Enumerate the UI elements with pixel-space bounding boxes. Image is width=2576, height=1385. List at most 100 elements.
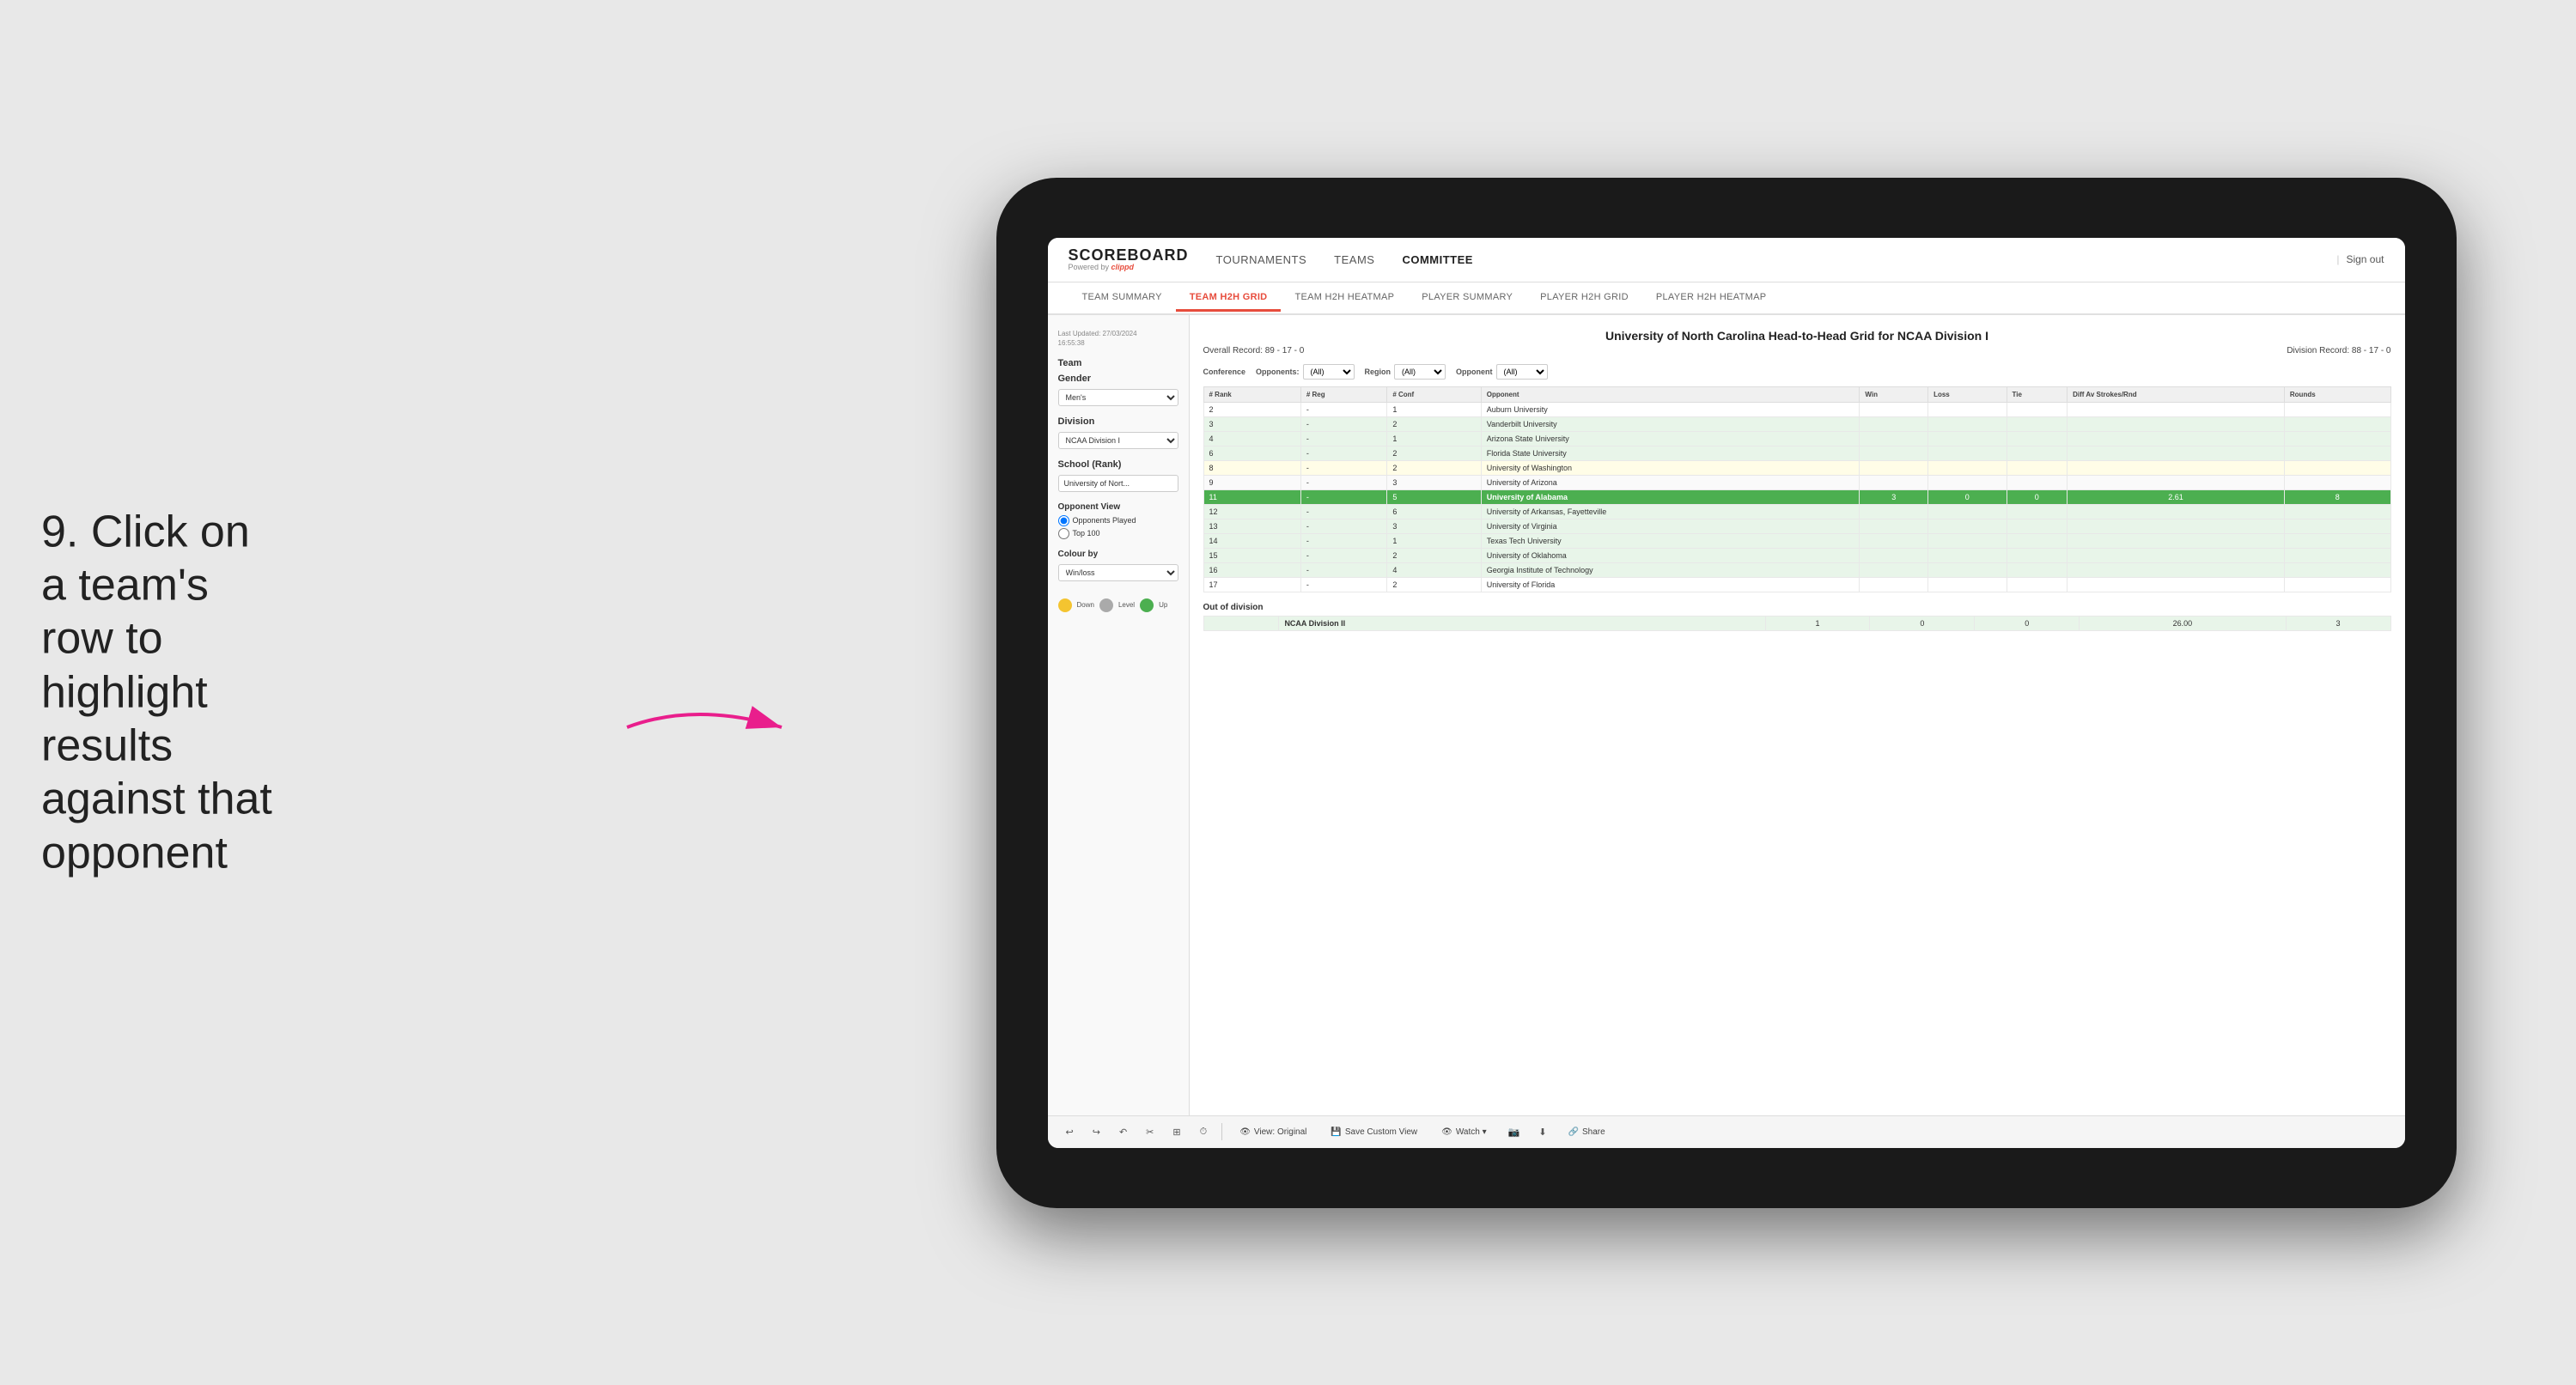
filter-opponent: Opponent (All): [1456, 364, 1548, 380]
cell-opponent: University of Oklahoma: [1481, 548, 1860, 562]
toolbar-download[interactable]: ⬇: [1534, 1124, 1550, 1140]
toolbar-back[interactable]: ↶: [1115, 1124, 1131, 1140]
toolbar-clock[interactable]: ⏱: [1196, 1124, 1212, 1140]
grid-title: University of North Carolina Head-to-Hea…: [1203, 329, 2391, 343]
toolbar-save[interactable]: 💾 Save Custom View: [1324, 1125, 1424, 1139]
toolbar-watch[interactable]: 👁 Watch ▾: [1434, 1125, 1493, 1139]
toolbar-save-label: Save Custom View: [1345, 1127, 1417, 1137]
nav-committee[interactable]: COMMITTEE: [1402, 250, 1473, 270]
colour-legend: Down Level Up: [1058, 598, 1178, 612]
table-row-highlighted[interactable]: 11 - 5 University of Alabama 3 0 0 2.61 …: [1203, 489, 2390, 504]
table-row[interactable]: 13 - 3 University of Virginia: [1203, 519, 2390, 533]
radio-top100[interactable]: Top 100: [1058, 528, 1178, 539]
out-of-division-table: NCAA Division II 1 0 0 26.00 3: [1203, 616, 2391, 631]
filter-conference: Conference: [1203, 368, 1246, 376]
sidebar-school-value[interactable]: University of Nort...: [1058, 475, 1178, 492]
toolbar-redo[interactable]: ↪: [1088, 1124, 1105, 1140]
share-icon: 🔗: [1568, 1127, 1579, 1137]
radio-top100-input[interactable]: [1058, 528, 1069, 539]
sidebar-colour-label: Colour by: [1058, 550, 1178, 559]
toolbar-view-icon: 👁: [1239, 1127, 1251, 1137]
instruction-body: Click on a team's row to highlight resul…: [41, 507, 272, 878]
sidebar-colour-select[interactable]: Win/loss: [1058, 564, 1178, 581]
col-reg: # Reg: [1300, 386, 1387, 402]
out-of-division-header: Out of division: [1203, 603, 2391, 612]
sidebar-timestamp: Last Updated: 27/03/2024 16:55:38: [1058, 329, 1178, 348]
cell-rank: 2: [1203, 402, 1300, 416]
radio-opponents-played[interactable]: Opponents Played: [1058, 515, 1178, 526]
cell-opponent: Vanderbilt University: [1481, 416, 1860, 431]
filter-opponents-select[interactable]: (All): [1303, 364, 1355, 380]
sidebar-division-select[interactable]: NCAA Division I: [1058, 432, 1178, 449]
tab-team-summary[interactable]: TEAM SUMMARY: [1069, 285, 1176, 312]
data-table: # Rank # Reg # Conf Opponent Win Loss Ti…: [1203, 386, 2391, 592]
nav-tournaments[interactable]: TOURNAMENTS: [1216, 250, 1307, 270]
grid-content: University of North Carolina Head-to-Hea…: [1190, 315, 2405, 1115]
toolbar-view-label: View: Original: [1254, 1127, 1307, 1137]
toolbar-cut[interactable]: ✂: [1142, 1124, 1158, 1140]
cell-opponent: Georgia Institute of Technology: [1481, 562, 1860, 577]
table-row[interactable]: 17 - 2 University of Florida: [1203, 577, 2390, 592]
top-nav: SCOREBOARD Powered by clippd TOURNAMENTS…: [1048, 238, 2405, 282]
arrow-graphic: [610, 693, 799, 762]
radio-opponents-played-input[interactable]: [1058, 515, 1069, 526]
table-row[interactable]: 6 - 2 Florida State University: [1203, 446, 2390, 460]
toolbar-undo[interactable]: ↩: [1062, 1124, 1078, 1140]
logo-area: SCOREBOARD Powered by clippd: [1069, 247, 1189, 271]
logo-powered: Powered by clippd: [1069, 263, 1189, 271]
table-row[interactable]: 8 - 2 University of Washington: [1203, 460, 2390, 475]
division-record: Division Record: 88 - 17 - 0: [2287, 346, 2390, 355]
table-row[interactable]: 15 - 2 University of Oklahoma: [1203, 548, 2390, 562]
table-row[interactable]: 3 - 2 Vanderbilt University: [1203, 416, 2390, 431]
instruction-step: 9.: [41, 507, 78, 556]
cell-opponent: University of Arizona: [1481, 475, 1860, 489]
col-rank: # Rank: [1203, 386, 1300, 402]
table-row[interactable]: NCAA Division II 1 0 0 26.00 3: [1203, 616, 2390, 630]
table-row[interactable]: 12 - 6 University of Arkansas, Fayettevi…: [1203, 504, 2390, 519]
tablet-frame: SCOREBOARD Powered by clippd TOURNAMENTS…: [996, 178, 2457, 1208]
nav-teams[interactable]: TEAMS: [1334, 250, 1374, 270]
filter-opponent-select[interactable]: (All): [1496, 364, 1548, 380]
tab-player-h2h-grid[interactable]: PLAYER H2H GRID: [1526, 285, 1642, 312]
table-row[interactable]: 2 - 1 Auburn University: [1203, 402, 2390, 416]
cell-opponent: University of Arkansas, Fayetteville: [1481, 504, 1860, 519]
filter-region-label: Region: [1365, 368, 1392, 376]
colour-label-up: Up: [1159, 601, 1167, 609]
logo-brand: clippd: [1111, 263, 1135, 271]
table-row[interactable]: 14 - 1 Texas Tech University: [1203, 533, 2390, 548]
tab-team-h2h-grid[interactable]: TEAM H2H GRID: [1176, 285, 1282, 312]
cell-opponent: Texas Tech University: [1481, 533, 1860, 548]
sub-nav: TEAM SUMMARY TEAM H2H GRID TEAM H2H HEAT…: [1048, 282, 2405, 315]
toolbar-copy[interactable]: ⊞: [1168, 1124, 1184, 1140]
sidebar-gender-label: Gender: [1058, 374, 1178, 384]
toolbar-sep1: [1221, 1123, 1222, 1140]
col-opponent: Opponent: [1481, 386, 1860, 402]
cell-out-div-opponent: NCAA Division II: [1279, 616, 1765, 630]
nav-sign-out[interactable]: Sign out: [2336, 253, 2384, 265]
col-rounds: Rounds: [2284, 386, 2390, 402]
nav-links: TOURNAMENTS TEAMS COMMITTEE: [1216, 250, 2337, 270]
filter-region-select[interactable]: (All): [1394, 364, 1446, 380]
toolbar-screenshot[interactable]: 📷: [1504, 1124, 1525, 1140]
logo-scoreboard: SCOREBOARD: [1069, 247, 1189, 263]
toolbar-share[interactable]: 🔗 Share: [1562, 1125, 1612, 1139]
sidebar-division-label: Division: [1058, 416, 1178, 427]
cell-rank: 3: [1203, 416, 1300, 431]
cell-opponent: University of Washington: [1481, 460, 1860, 475]
instruction-text: 9. Click on a team's row to highlight re…: [41, 505, 282, 880]
cell-opponent: Florida State University: [1481, 446, 1860, 460]
sidebar-gender-select[interactable]: Men's: [1058, 389, 1178, 406]
tab-team-h2h-heatmap[interactable]: TEAM H2H HEATMAP: [1281, 285, 1408, 312]
filter-region: Region (All): [1365, 364, 1446, 380]
cell-opponent: University of Virginia: [1481, 519, 1860, 533]
table-row[interactable]: 9 - 3 University of Arizona: [1203, 475, 2390, 489]
tab-player-summary[interactable]: PLAYER SUMMARY: [1408, 285, 1526, 312]
table-row[interactable]: 16 - 4 Georgia Institute of Technology: [1203, 562, 2390, 577]
toolbar-view[interactable]: 👁 View: Original: [1233, 1125, 1313, 1139]
table-row[interactable]: 4 - 1 Arizona State University: [1203, 431, 2390, 446]
col-conf: # Conf: [1387, 386, 1481, 402]
tab-player-h2h-heatmap[interactable]: PLAYER H2H HEATMAP: [1642, 285, 1780, 312]
radio-opponents-played-label: Opponents Played: [1073, 516, 1136, 525]
sidebar: Last Updated: 27/03/2024 16:55:38 Team G…: [1048, 315, 1190, 1115]
radio-top100-label: Top 100: [1073, 529, 1100, 538]
